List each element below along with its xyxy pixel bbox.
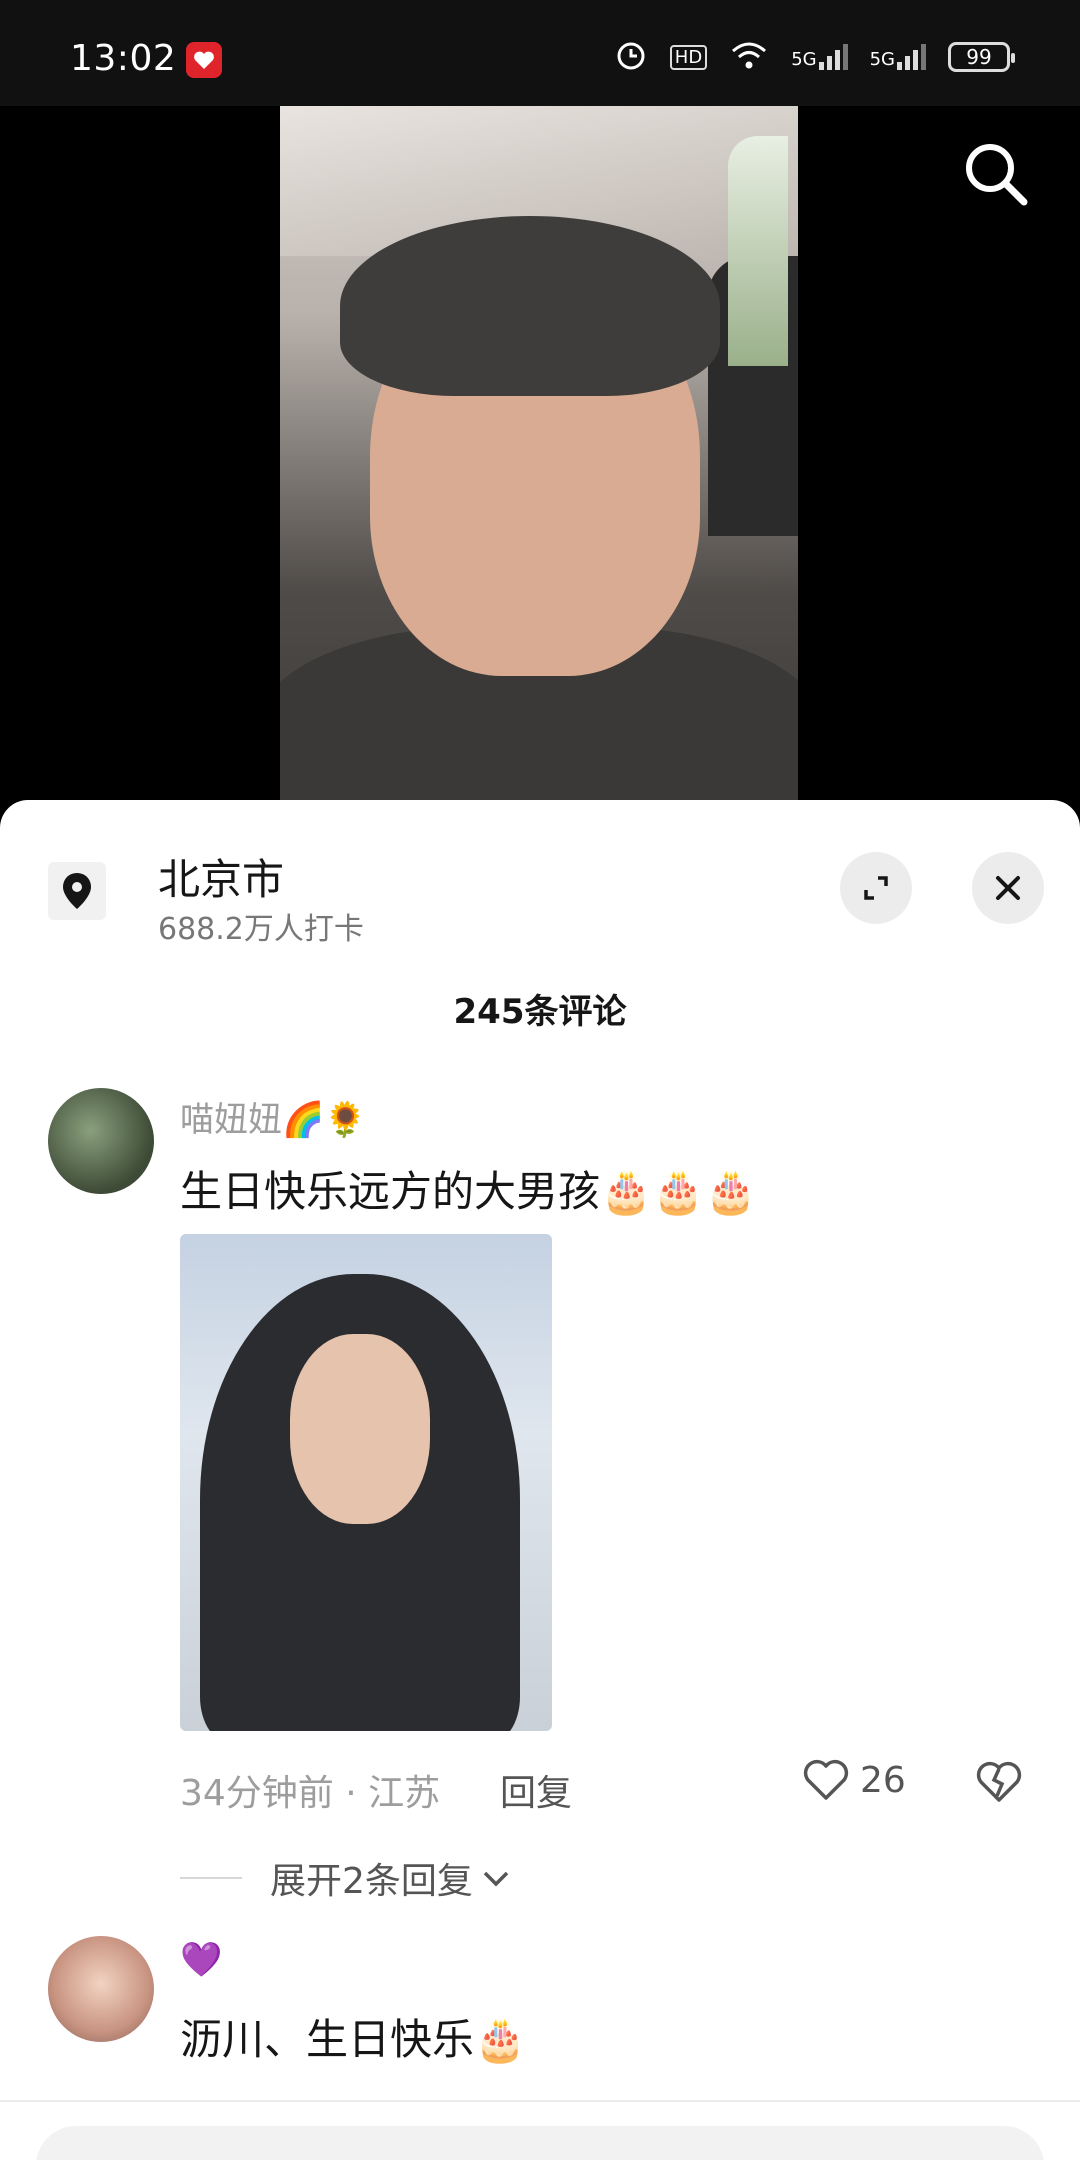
location-title[interactable]: 北京市 [158, 846, 284, 907]
video-player[interactable] [0, 106, 1080, 800]
dislike-button[interactable] [974, 1760, 1024, 1808]
like-count: 26 [860, 1759, 906, 1801]
search-icon[interactable] [960, 138, 1030, 208]
location-checkins: 688.2万人打卡 [158, 912, 364, 947]
expand-button[interactable] [840, 852, 912, 924]
comment-username[interactable]: 💜 [180, 1940, 222, 1980]
signal-1-icon: 5G [791, 44, 848, 70]
comment-text: 沥川、生日快乐🎂 [180, 2015, 527, 2064]
hd-voice-icon: HD [669, 44, 708, 70]
comments-count: 245条评论 [453, 992, 627, 1032]
avatar[interactable] [48, 1936, 154, 2042]
app-notification-icon [186, 42, 222, 78]
signal-2-icon: 5G [870, 44, 926, 70]
comment-text: 生日快乐远方的大男孩🎂🎂🎂 [180, 1167, 757, 1216]
divider [0, 2100, 1080, 2102]
status-time: 13:02 [70, 38, 177, 79]
broken-heart-icon [976, 1761, 1022, 1802]
alarm-icon [614, 38, 648, 76]
chevron-down-icon [483, 1871, 509, 1887]
comment-input-bar[interactable] [36, 2126, 1044, 2160]
reply-button[interactable]: 回复 [500, 1764, 572, 1816]
status-bar: 13:02 HD 5G 5G 99 [0, 0, 1080, 106]
location-pin-icon [48, 862, 106, 920]
expand-replies-button[interactable]: 展开2条回复 [180, 1852, 513, 1904]
wifi-icon [729, 39, 769, 75]
status-icons: HD 5G 5G 99 [614, 38, 1015, 76]
expand-icon [864, 876, 888, 900]
network-type-2: 5G [869, 49, 895, 70]
expand-replies-label: 展开2条回复 [270, 1861, 473, 1902]
close-icon [996, 876, 1020, 900]
comment-image[interactable] [180, 1234, 552, 1731]
heart-icon [803, 1759, 849, 1800]
like-button[interactable]: 26 [802, 1758, 906, 1802]
network-type-1: 5G [791, 49, 817, 70]
comments-sheet: 北京市 688.2万人打卡 245条评论 喵妞妞🌈🌻 生日快乐远方的大男孩🎂🎂🎂… [0, 800, 1080, 2160]
avatar[interactable] [48, 1088, 154, 1194]
video-frame [280, 106, 798, 800]
comment-meta: 34分钟前 · 江苏 [180, 1773, 441, 1814]
battery-icon: 99 [948, 42, 1015, 72]
close-button[interactable] [972, 852, 1044, 924]
comment-username[interactable]: 喵妞妞🌈🌻 [180, 1092, 367, 1141]
